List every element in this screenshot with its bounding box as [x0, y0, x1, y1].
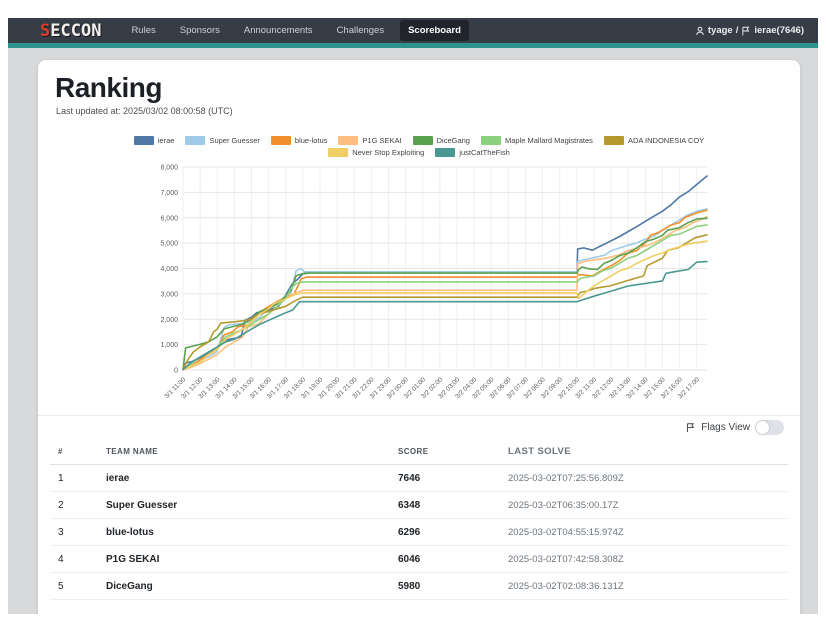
- cell-team-name: blue-lotus: [98, 519, 390, 546]
- header-team-name: TEAM NAME: [98, 438, 390, 465]
- nav-link-rules[interactable]: Rules: [123, 21, 163, 40]
- chart-legend: ierae Super Guesser blue-lotus P1G SEKAI Dic…: [38, 136, 800, 157]
- legend-label: DiceGang: [437, 136, 470, 145]
- y-tick-label: 4,000: [160, 266, 178, 273]
- legend-row: ierae Super Guesser blue-lotus P1G SEKAI Dic…: [134, 136, 704, 145]
- app-viewport: SECCON Rules Sponsors Announcements Challen…: [8, 18, 818, 614]
- header-last-solve: LAST SOLVE: [500, 438, 788, 465]
- nav-link-scoreboard[interactable]: Scoreboard: [400, 20, 469, 41]
- table-row[interactable]: 3blue-lotus62962025-03-02T04:55:15.974Z: [50, 519, 788, 546]
- cell-rank: 4: [50, 546, 98, 573]
- y-tick-label: 7,000: [160, 190, 178, 197]
- accent-stripe: [8, 43, 818, 48]
- cell-team-name: ierae: [98, 465, 390, 492]
- flag-icon: [685, 422, 696, 433]
- flags-view-label: Flags View: [701, 422, 750, 433]
- legend-swatch: [185, 136, 205, 145]
- legend-item[interactable]: ADA INDONESIA COY: [604, 136, 704, 145]
- cell-team-name: Super Guesser: [98, 492, 390, 519]
- legend-item[interactable]: Maple Mallard Magistrates: [481, 136, 593, 145]
- legend-swatch: [134, 136, 154, 145]
- y-tick-label: 8,000: [160, 165, 178, 172]
- seccon-logo[interactable]: SECCON: [40, 21, 101, 41]
- flag-icon: [741, 26, 751, 36]
- y-tick-label: 6,000: [160, 215, 178, 222]
- cell-score: 6348: [390, 492, 500, 519]
- cell-score: 6046: [390, 546, 500, 573]
- flags-view-control: Flags View: [685, 420, 784, 435]
- nav-link-announcements[interactable]: Announcements: [236, 21, 321, 40]
- last-updated-text: Last updated at: 2025/03/02 08:00:58 (UT…: [56, 106, 233, 116]
- legend-swatch: [338, 136, 358, 145]
- user-separator: /: [736, 25, 739, 36]
- cell-last-solve: 2025-03-02T06:35:00.17Z: [500, 492, 788, 519]
- table-header-row: # TEAM NAME SCORE LAST SOLVE: [50, 438, 788, 465]
- legend-label: Maple Mallard Magistrates: [505, 136, 593, 145]
- legend-swatch: [604, 136, 624, 145]
- table-row[interactable]: 4P1G SEKAI60462025-03-02T07:42:58.308Z: [50, 546, 788, 573]
- legend-label: Super Guesser: [209, 136, 259, 145]
- header-rank: #: [50, 438, 98, 465]
- cell-last-solve: 2025-03-02T04:55:15.974Z: [500, 519, 788, 546]
- navbar: SECCON Rules Sponsors Announcements Challen…: [8, 18, 818, 43]
- brand-rest: ECCON: [50, 21, 101, 41]
- cell-score: 5980: [390, 573, 500, 600]
- legend-label: P1G SEKAI: [362, 136, 401, 145]
- nav-items: Rules Sponsors Announcements Challenges Scor…: [123, 20, 468, 41]
- table-row[interactable]: 1ierae76462025-03-02T07:25:56.809Z: [50, 465, 788, 492]
- legend-swatch: [413, 136, 433, 145]
- ranking-card: Ranking Last updated at: 2025/03/02 08:0…: [38, 60, 800, 614]
- cell-team-name: DiceGang: [98, 573, 390, 600]
- header-score: SCORE: [390, 438, 500, 465]
- user-menu[interactable]: tyage / ierae(7646): [695, 18, 804, 43]
- y-tick-label: 0: [174, 368, 178, 375]
- user-name: tyage: [708, 25, 733, 36]
- cell-rank: 3: [50, 519, 98, 546]
- ranking-table: # TEAM NAME SCORE LAST SOLVE 1ierae76462…: [50, 438, 788, 600]
- legend-swatch: [271, 136, 291, 145]
- brand-first-letter: S: [40, 21, 50, 41]
- legend-label: ierae: [158, 136, 175, 145]
- nav-link-challenges[interactable]: Challenges: [329, 21, 393, 40]
- legend-item[interactable]: blue-lotus: [271, 136, 328, 145]
- cell-rank: 2: [50, 492, 98, 519]
- y-tick-label: 1,000: [160, 342, 178, 349]
- cell-score: 7646: [390, 465, 500, 492]
- person-icon: [695, 26, 705, 36]
- y-tick-label: 3,000: [160, 291, 178, 298]
- legend-label: blue-lotus: [295, 136, 328, 145]
- y-tick-label: 2,000: [160, 317, 178, 324]
- legend-label: ADA INDONESIA COY: [628, 136, 704, 145]
- section-divider: [38, 415, 800, 416]
- legend-item[interactable]: Super Guesser: [185, 136, 259, 145]
- cell-last-solve: 2025-03-02T07:25:56.809Z: [500, 465, 788, 492]
- toggle-knob: [756, 421, 769, 434]
- cell-last-solve: 2025-03-02T02:08:36.131Z: [500, 573, 788, 600]
- table-row[interactable]: 5DiceGang59802025-03-02T02:08:36.131Z: [50, 573, 788, 600]
- user-team: ierae(7646): [754, 25, 804, 36]
- y-tick-label: 5,000: [160, 241, 178, 248]
- cell-team-name: P1G SEKAI: [98, 546, 390, 573]
- legend-item[interactable]: ierae: [134, 136, 175, 145]
- flags-view-toggle[interactable]: [755, 420, 784, 435]
- cell-rank: 1: [50, 465, 98, 492]
- legend-swatch: [481, 136, 501, 145]
- cell-score: 6296: [390, 519, 500, 546]
- page-title: Ranking: [55, 72, 162, 104]
- legend-item[interactable]: P1G SEKAI: [338, 136, 401, 145]
- legend-item[interactable]: DiceGang: [413, 136, 470, 145]
- nav-link-sponsors[interactable]: Sponsors: [172, 21, 228, 40]
- table-row[interactable]: 2Super Guesser63482025-03-02T06:35:00.17…: [50, 492, 788, 519]
- cell-last-solve: 2025-03-02T07:42:58.308Z: [500, 546, 788, 573]
- cell-rank: 5: [50, 573, 98, 600]
- score-line-chart[interactable]: 0 1,000 2,000 3,000 4,000 5,000 6,000 7,000 8,00…: [138, 155, 718, 405]
